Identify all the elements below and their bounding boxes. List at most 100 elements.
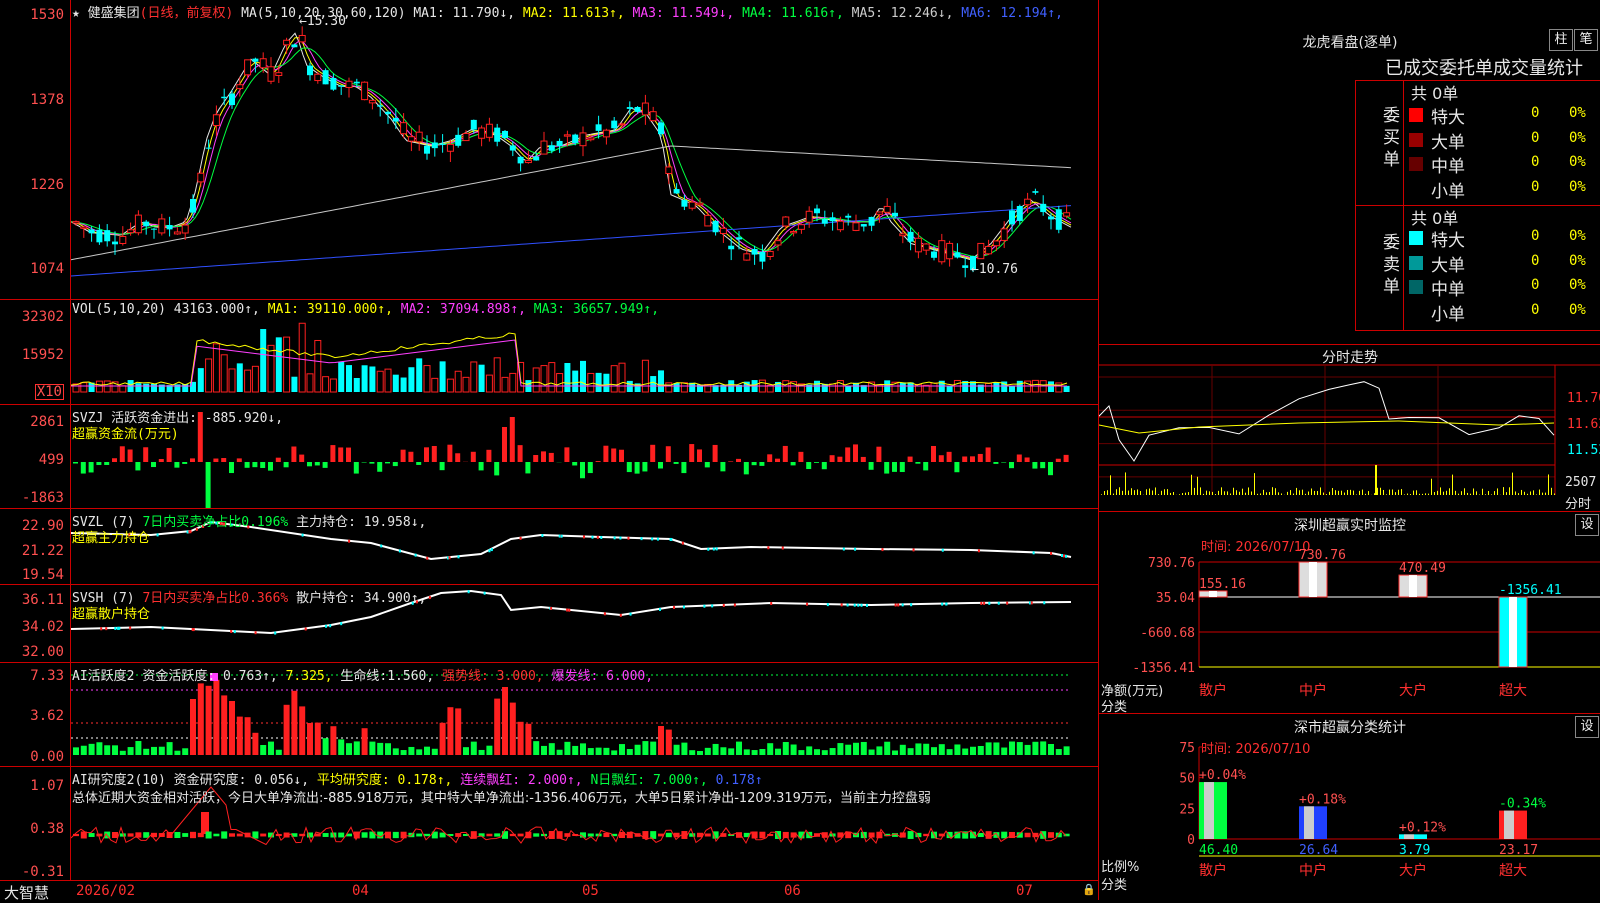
date-label: 06 (784, 883, 801, 899)
intraday-vol-bar (1389, 490, 1390, 495)
intraday-price: 11.62 (1567, 417, 1600, 432)
intraday-vol-bar (1395, 492, 1396, 495)
candle (713, 221, 719, 232)
svsh-panel[interactable]: 36.11 34.02 32.00 SVSH (7) 7日内买卖净占比0.366… (0, 585, 1098, 663)
vol-bar (354, 378, 360, 392)
candle (564, 135, 570, 136)
candle (315, 74, 321, 80)
svzl-tick: 19.54 (22, 568, 64, 582)
monitor-section[interactable]: 深圳超赢实时监控 设 时间: 2026/07/10 730.7635.04-66… (1099, 512, 1600, 714)
vol-bar (596, 373, 602, 392)
candlestick-chart[interactable] (71, 0, 1098, 299)
vol-bar (486, 375, 492, 392)
flow-bar (510, 417, 515, 462)
candle (822, 219, 828, 224)
activity-bar (1048, 744, 1054, 755)
holding-dot (703, 605, 705, 608)
intraday-vol-bar (1167, 489, 1168, 495)
candle (611, 121, 617, 129)
candle (198, 173, 204, 182)
intraday-vol-bar (1506, 492, 1507, 495)
classify-value: 23.17 (1499, 843, 1538, 858)
classify-chart[interactable]: 7550250+0.04%46.40散户+0.18%26.64中户+0.12%3… (1099, 714, 1600, 900)
research-bar (221, 831, 227, 838)
intraday-vol-bar (1152, 491, 1153, 495)
holding-dot (978, 549, 980, 552)
flow-bar (518, 445, 523, 462)
flow-bar (744, 462, 749, 474)
ai-research-panel[interactable]: 1.07 0.38 -0.31 AI研究度2(10) 资金研究度: 0.056↓… (0, 767, 1098, 880)
activity-bar (96, 742, 102, 755)
intraday-vol-bar (1272, 487, 1273, 495)
volume-panel[interactable]: 32302 15952 X10 VOL(5,10,20) 43163.000↑,… (0, 300, 1098, 405)
ma-values: MA1: 11.790↓, MA2: 11.613↑, MA3: 11.549↓… (413, 6, 1063, 21)
research-bar (206, 832, 212, 839)
intraday-vol-bar (1365, 494, 1366, 495)
holding-dot (566, 609, 568, 612)
holding-dot (895, 604, 897, 607)
vol-bar (564, 363, 570, 392)
candle (354, 82, 360, 84)
kline-plot[interactable]: ←15.30 ←10.76 (71, 0, 1098, 299)
activity-bar (642, 741, 648, 755)
activity-bar (112, 745, 118, 755)
flow-bar (861, 457, 866, 462)
lock-icon[interactable]: 🔒 (1082, 883, 1096, 896)
classify-section[interactable]: 深市超赢分类统计 设 时间: 2026/07/10 7550250+0.04%4… (1099, 714, 1600, 900)
intraday-section[interactable]: 分时走势 11.70 11.62 11.53 2507 分时 (1099, 345, 1600, 512)
flow-bar (104, 462, 109, 465)
ai-activity-panel[interactable]: 7.33 3.62 0.00 AI活跃度2 资金活跃度: 0.763↑, 7.3… (0, 663, 1098, 767)
intraday-chart[interactable] (1099, 345, 1600, 512)
intraday-vol-bar (1161, 491, 1162, 495)
period-label[interactable]: (日线，前复权) (140, 6, 234, 21)
intraday-vol-bar (1353, 491, 1354, 495)
intraday-vol-bar (1332, 488, 1333, 495)
activity-bar (900, 745, 906, 755)
kline-panel[interactable]: 1530 1378 1226 1074 ★ 健盛集团(日线，前复权) MA(5,… (0, 0, 1098, 300)
activity-bar (245, 717, 251, 755)
flow-bar (845, 447, 850, 462)
bar-mode-button[interactable]: 柱 (1549, 29, 1573, 51)
candle (923, 244, 929, 250)
intraday-vol-bar (1467, 493, 1468, 495)
vol-bar (541, 366, 547, 392)
order-qty: 0 (1531, 105, 1539, 121)
star-icon[interactable]: ★ (72, 6, 80, 21)
intraday-vol-bar (1200, 487, 1201, 495)
intraday-vol-bar (1185, 493, 1186, 495)
research-bar (174, 832, 180, 838)
intraday-vol-bar (1326, 494, 1327, 495)
monitor-chart[interactable]: 730.7635.04-660.68-1356.41155.16散户730.76… (1099, 512, 1600, 714)
flow-bar (190, 458, 195, 462)
activity-bar (479, 750, 485, 755)
flow-bar (260, 462, 265, 468)
vol-bar (986, 383, 992, 392)
price-line (1099, 382, 1554, 461)
candle (915, 238, 921, 252)
candle (151, 229, 157, 230)
activity-bar (572, 746, 578, 755)
intraday-vol-bar (1335, 490, 1336, 495)
activity-bar (447, 707, 453, 755)
flow-bar (564, 447, 569, 462)
activity-bar (1040, 741, 1046, 755)
activity-bar (1001, 748, 1007, 755)
activity-bar (853, 743, 859, 755)
flow-bar (330, 445, 335, 462)
svzl-panel[interactable]: 22.90 21.22 19.54 SVZL (7) 7日内买卖净占比0.196… (0, 509, 1098, 585)
ma-value: MA3: 36657.949↑, (526, 302, 659, 317)
candle (393, 118, 399, 122)
order-qty: 0 (1531, 154, 1539, 170)
intraday-vol-bar (1374, 493, 1375, 495)
tick-mode-button[interactable]: 笔 (1574, 29, 1598, 51)
candle (518, 157, 524, 164)
flow-bar (533, 455, 538, 462)
activity-bar (151, 747, 157, 755)
activity-bar (307, 723, 313, 755)
activity-bar (502, 687, 508, 755)
monitor-tick: -1356.41 (1132, 661, 1195, 676)
flow-bar (767, 454, 772, 462)
holding-dot (806, 603, 808, 606)
svzj-panel[interactable]: 2861 499 -1863 SVZJ 活跃资金进出: -885.920↓, 超… (0, 405, 1098, 509)
vol-bar (401, 378, 407, 392)
